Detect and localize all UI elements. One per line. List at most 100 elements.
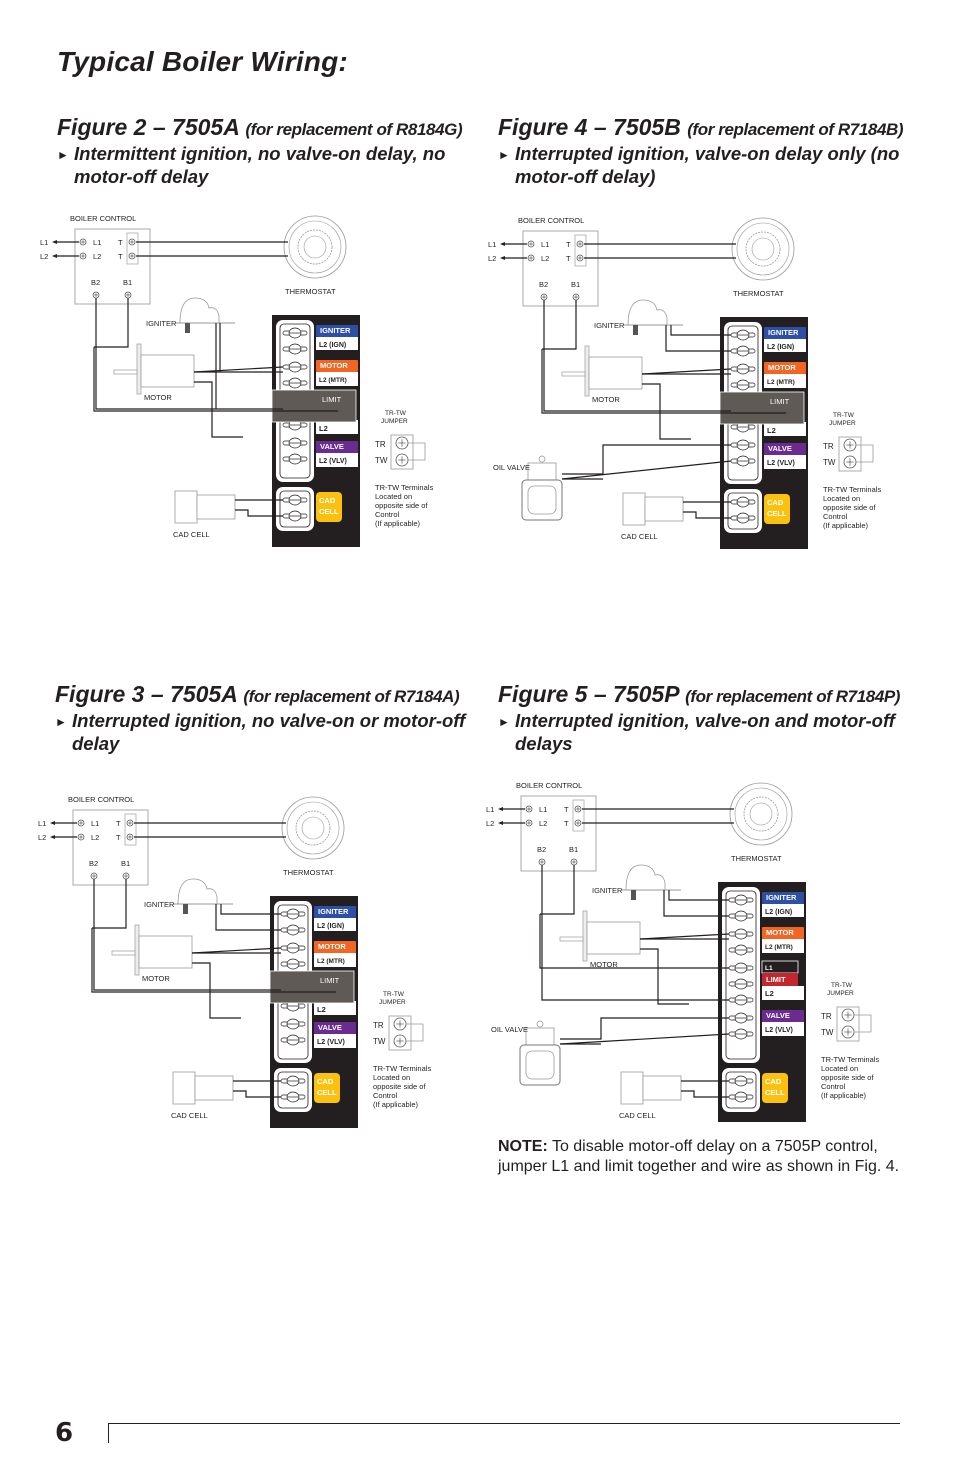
screw-terminal-icon — [124, 291, 132, 299]
tr-label: TR — [823, 442, 834, 451]
jumper-title: JUMPER — [827, 990, 854, 997]
tag-cell-label: CELL — [319, 507, 339, 516]
jumper-note-line: (If applicable) — [821, 1091, 867, 1100]
tag-cell-label: CELL — [317, 1088, 337, 1097]
terminal-b1-label: B1 — [569, 845, 578, 854]
terminal-l2-label: L2 — [541, 254, 549, 263]
wire — [540, 865, 575, 915]
screw-terminal-icon — [525, 805, 533, 813]
tag-motor-label: MOTOR — [320, 361, 348, 370]
jumper-note-line: Located on — [373, 1073, 410, 1082]
screw-terminal-icon — [574, 819, 582, 827]
tag-l2-ign: L2 (IGN) — [767, 344, 794, 351]
motor-icon — [561, 345, 643, 397]
boiler-control-label: BOILER CONTROL — [70, 214, 136, 223]
page-title: Typical Boiler Wiring: — [57, 46, 348, 77]
tag-motor-label: MOTOR — [766, 928, 794, 937]
screw-terminal-icon — [527, 240, 535, 248]
footer-rule — [108, 1423, 900, 1424]
tag-motor: MOTOR — [316, 360, 358, 372]
tw-label: TW — [821, 1028, 834, 1037]
cad-cell-icon — [172, 1071, 234, 1105]
terminal-l2-label: L2 — [539, 819, 547, 828]
tr-tw-jumper-icon — [838, 436, 874, 472]
tag-igniter-label: IGNITER — [318, 907, 349, 916]
wiring-diagram-figure-2: BOILER CONTROL L1 L2 L1 L2 TT B2 B1 THERMOSTAT IG… — [40, 214, 433, 547]
note-paragraph: NOTE: To disable motor-off delay on a 75… — [498, 1137, 928, 1177]
cad-cell-label: CAD CELL — [621, 532, 658, 541]
wire — [92, 879, 127, 929]
tag-l2-vlv: L2 (VLV) — [317, 1039, 345, 1046]
arrow-left-icon — [500, 256, 505, 260]
tr-terminal-icon — [843, 438, 857, 452]
motor-icon — [559, 910, 641, 962]
tag-igniter-label: IGNITER — [766, 893, 797, 902]
wire — [542, 300, 577, 350]
igniter-label: IGNITER — [594, 321, 625, 330]
igniter-icon — [175, 297, 235, 333]
l2-label: L2 — [40, 252, 48, 261]
figure-subtitle: (for replacement of R7184P) — [685, 687, 901, 706]
figure-title: Figure 5 – 7505P — [498, 681, 679, 707]
tag-limit: LIMIT — [271, 389, 357, 423]
thermostat-icon — [729, 782, 793, 846]
figure-3-header: Figure 3 – 7505A (for replacement of R71… — [55, 681, 495, 755]
arrow-left-icon — [52, 240, 57, 244]
tw-label: TW — [373, 1037, 386, 1046]
tr-tw-jumper-icon — [836, 1006, 872, 1042]
terminal-t-label: T — [566, 240, 571, 249]
screw-terminal-icon — [576, 240, 584, 248]
boiler-control — [72, 809, 149, 886]
tag-l2: L2 — [765, 989, 774, 998]
jumper-title: JUMPER — [381, 418, 408, 425]
tag-limit-label: LIMIT — [770, 397, 790, 406]
terminal-t-label: T — [116, 833, 121, 842]
wire — [191, 947, 282, 954]
arrow-left-icon — [50, 821, 55, 825]
page-number: 6 — [55, 1418, 74, 1448]
motor-label: MOTOR — [142, 974, 170, 983]
terminal-t-label: T — [564, 819, 569, 828]
tag-motor-label: MOTOR — [768, 363, 796, 372]
thermostat-label: THERMOSTAT — [283, 868, 334, 877]
boiler-control-box — [74, 228, 151, 305]
figure-subtitle: (for replacement of R7184A) — [243, 687, 460, 706]
tag-l2: L2 — [767, 426, 776, 435]
bullet-arrow-icon: ► — [57, 148, 69, 162]
tag-cell-label: CELL — [765, 1088, 785, 1097]
boiler-control-box — [72, 809, 149, 886]
tag-igniter: IGNITER — [764, 327, 806, 339]
oil-valve-label: OIL VALVE — [491, 1025, 528, 1034]
tag-igniter-label: IGNITER — [768, 328, 799, 337]
wiring-diagram-figure-5: BOILER CONTROL L1 L2 L1 L2 TT B2 B1 THERMOSTAT IG… — [486, 781, 879, 1122]
thermostat-icon — [731, 217, 795, 281]
terminal-block-cad — [276, 487, 314, 531]
arrow-left-icon — [498, 807, 503, 811]
terminal-b1-label: B1 — [121, 859, 130, 868]
thermostat-label: THERMOSTAT — [285, 287, 336, 296]
jumper-title: TR-TW — [383, 991, 405, 998]
bullet-arrow-icon: ► — [55, 715, 67, 729]
tag-l2-vlv: L2 (VLV) — [767, 460, 795, 467]
footer-rule-vertical — [108, 1423, 109, 1443]
terminal-l1-label: L1 — [93, 238, 101, 247]
wire — [640, 948, 689, 1005]
tr-tw-jumper-icon — [390, 434, 426, 470]
jumper-note-line: (If applicable) — [823, 521, 869, 530]
tw-label: TW — [823, 458, 836, 467]
jumper-title: TR-TW — [833, 412, 855, 419]
jumper-note-line: opposite side of — [375, 501, 428, 510]
terminal-b2-label: B2 — [91, 278, 100, 287]
boiler-control-label: BOILER CONTROL — [68, 795, 134, 804]
thermostat-icon — [281, 796, 345, 860]
tw-terminal-icon — [395, 453, 409, 467]
terminal-b1-label: B1 — [571, 280, 580, 289]
tag-l2: L2 — [317, 1005, 326, 1014]
terminal-l2-label: L2 — [93, 252, 101, 261]
l2-label: L2 — [488, 254, 496, 263]
screw-terminal-icon — [572, 293, 580, 301]
tag-l2-vlv: L2 (VLV) — [319, 458, 347, 465]
motor-icon — [111, 924, 193, 976]
terminal-b2-label: B2 — [539, 280, 548, 289]
tr-terminal-icon — [393, 1017, 407, 1031]
